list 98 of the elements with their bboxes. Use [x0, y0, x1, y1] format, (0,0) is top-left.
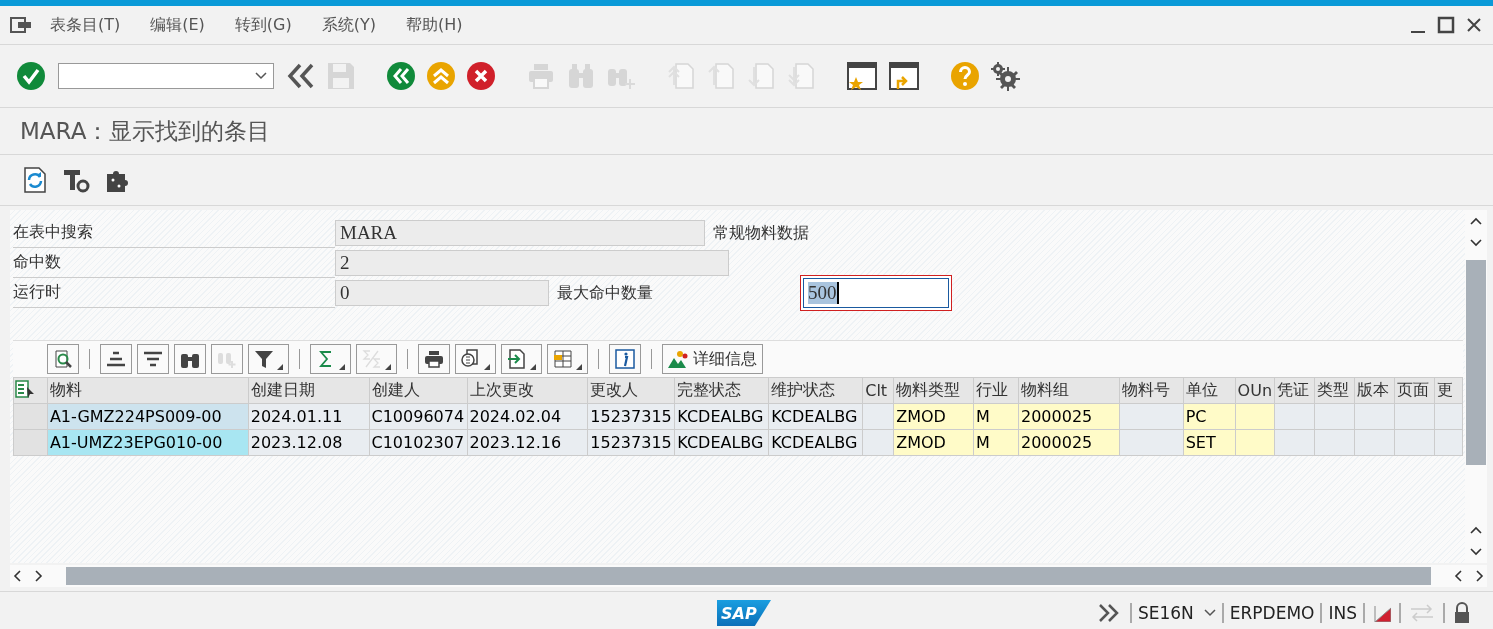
column-header[interactable]: 物料: [47, 377, 249, 404]
system-name: ERPDEMO: [1228, 603, 1316, 623]
readonly-field: 0: [335, 280, 549, 306]
input-field[interactable]: 500: [803, 278, 949, 308]
funnel-icon: [254, 349, 274, 369]
table-cell: C10096074: [369, 403, 467, 430]
swap-icon: [1409, 604, 1435, 622]
table-cell: C10102307: [369, 429, 467, 456]
menu-item[interactable]: 表条目(T): [50, 14, 121, 36]
grid-tool-button[interactable]: [47, 344, 79, 374]
column-header[interactable]: 行业: [973, 377, 1019, 404]
column-header[interactable]: 物料组: [1018, 377, 1120, 404]
grid-tool-button[interactable]: [248, 344, 289, 374]
table-layout-icon: [553, 349, 573, 369]
logo: SAP: [717, 600, 771, 626]
field-label: 最大命中数量: [557, 282, 653, 304]
grid-tool-button[interactable]: [174, 344, 206, 374]
print-icon: [424, 349, 444, 369]
column-header[interactable]: 更: [1434, 377, 1463, 404]
table-cell: KCDEALBG: [674, 429, 769, 456]
lines-icon: [106, 349, 126, 369]
scrollbar-thumb[interactable]: [1466, 260, 1486, 465]
readonly-field: MARA: [335, 220, 705, 246]
details-button[interactable]: 详细信息: [662, 344, 763, 374]
info-icon: [615, 349, 635, 369]
check-icon[interactable]: [16, 61, 46, 91]
field-label: 在表中搜索: [13, 218, 335, 248]
grid-tool-button[interactable]: [455, 344, 496, 374]
column-header[interactable]: 创建日期: [248, 377, 369, 404]
table-cell: 2024.02.04: [467, 403, 588, 430]
chevron-down-icon: [1203, 609, 1216, 617]
menu-item[interactable]: 转到(G): [234, 14, 292, 36]
table-cell: KCDEALBG: [674, 403, 769, 430]
table-cell: ZMOD: [893, 429, 974, 456]
grid-tool-button[interactable]: [609, 344, 641, 374]
grid-tool-button[interactable]: [310, 344, 351, 374]
column-header[interactable]: 凭证: [1274, 377, 1315, 404]
grid-tool-button[interactable]: [137, 344, 169, 374]
fraction-sigma-icon: [362, 349, 382, 369]
refresh-document-icon[interactable]: [22, 166, 48, 194]
table-cell: KCDEALBG: [768, 429, 863, 456]
layout-select-icon[interactable]: [14, 378, 36, 399]
chevron-down-icon[interactable]: [255, 72, 267, 80]
column-header[interactable]: 物料类型: [893, 377, 974, 404]
column-header[interactable]: 完整状态: [674, 377, 769, 404]
maximize-icon[interactable]: [1437, 16, 1455, 34]
back-icon[interactable]: [386, 61, 416, 91]
column-header[interactable]: 上次更改: [467, 377, 588, 404]
cancel-icon[interactable]: [466, 61, 496, 91]
grid-tool-button[interactable]: [501, 344, 542, 374]
table-cell: 2000025: [1018, 429, 1120, 456]
grid-tool-button[interactable]: [100, 344, 132, 374]
mountains-icon: [668, 350, 690, 368]
menu-icon[interactable]: [10, 16, 32, 34]
double-right-icon[interactable]: [1097, 603, 1120, 623]
table-cell: 2023.12.08: [248, 429, 369, 456]
settings-icon[interactable]: [990, 61, 1020, 91]
menu-item[interactable]: 帮助(H): [406, 14, 463, 36]
input-mode: INS: [1327, 603, 1358, 623]
column-header[interactable]: 物料号: [1119, 377, 1184, 404]
table-cell: KCDEALBG: [768, 403, 863, 430]
scrollbar-thumb[interactable]: [66, 567, 1431, 585]
documents-icon: [461, 349, 481, 369]
menu-item[interactable]: 系统(Y): [321, 14, 376, 36]
column-header[interactable]: 版本: [1354, 377, 1395, 404]
column-header[interactable]: 创建人: [369, 377, 467, 404]
table-cell: 2024.01.11: [248, 403, 369, 430]
column-header[interactable]: 维护状态: [768, 377, 863, 404]
double-left-icon[interactable]: [286, 61, 316, 91]
screen-title: MARA：显示找到的条目: [0, 108, 1493, 155]
signal-icon: [1373, 604, 1391, 622]
table-cell: 2000025: [1018, 403, 1120, 430]
menu-item[interactable]: 编辑(E): [150, 14, 205, 36]
table-cell: 2023.12.16: [467, 429, 588, 456]
table-cell: A1-UMZ23EPG010-00: [47, 429, 249, 456]
table-cell: ZMOD: [893, 403, 974, 430]
table-cell: A1-GMZ224PS009-00: [47, 403, 249, 430]
field-label: 命中数: [13, 248, 335, 278]
column-header[interactable]: 单位: [1183, 377, 1236, 404]
command-field[interactable]: [58, 63, 274, 89]
column-header[interactable]: 页面: [1394, 377, 1435, 404]
transaction-field[interactable]: SE16N: [1131, 603, 1222, 623]
grid-tool-button[interactable]: [547, 344, 588, 374]
lines-icon: [143, 349, 163, 369]
field-label: 运行时: [13, 278, 335, 308]
close-icon[interactable]: [1465, 16, 1483, 34]
field-description: 常规物料数据: [713, 222, 809, 244]
readonly-field: 2: [335, 250, 729, 276]
magnifier-icon: [53, 349, 73, 369]
column-header[interactable]: Clt: [862, 377, 894, 404]
document-arrow-icon: [507, 349, 527, 369]
table-cell: 15237315: [587, 429, 675, 456]
column-header[interactable]: 类型: [1314, 377, 1355, 404]
grid-tool-button[interactable]: [418, 344, 450, 374]
table-cell: 15237315: [587, 403, 675, 430]
column-header[interactable]: OUn: [1235, 377, 1275, 404]
column-header[interactable]: 更改人: [587, 377, 675, 404]
lock-icon: [1453, 602, 1471, 624]
